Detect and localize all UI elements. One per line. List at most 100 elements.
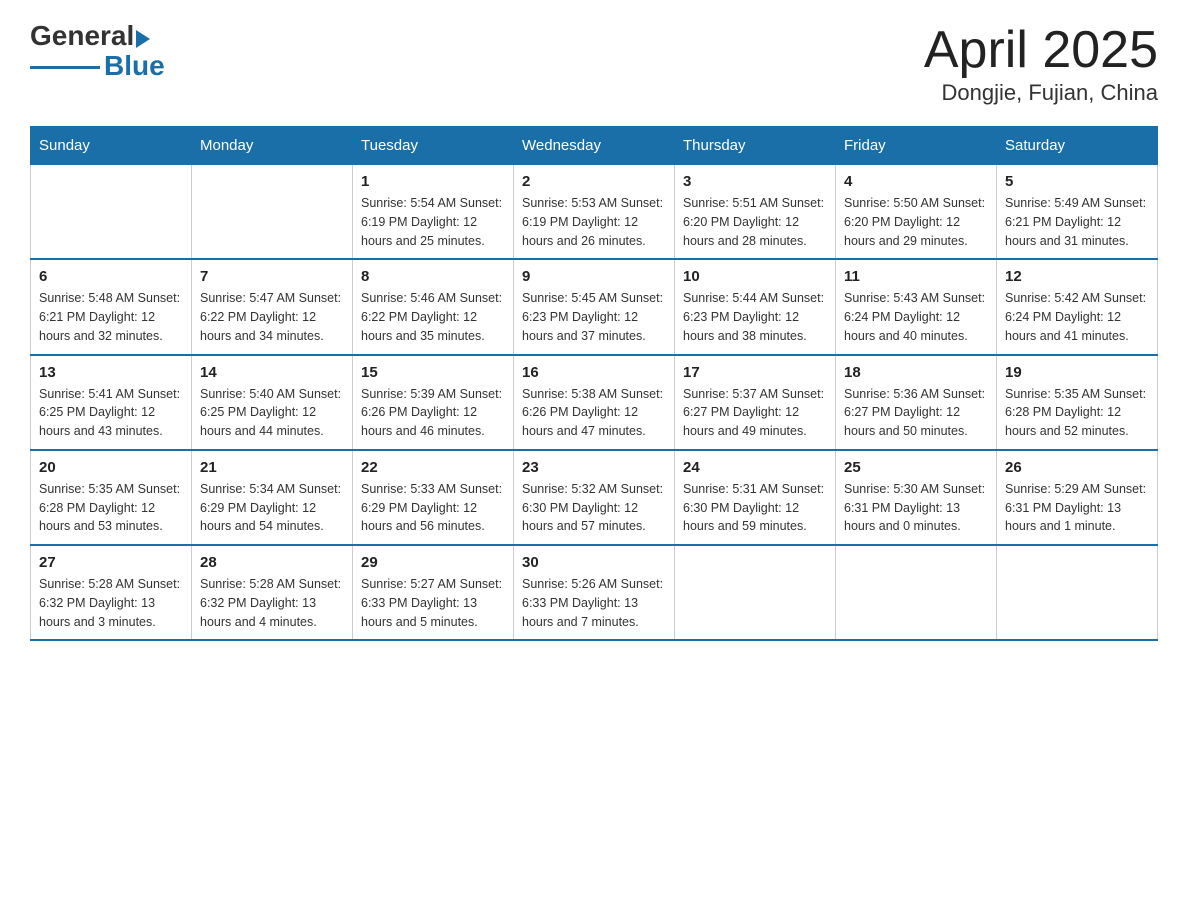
day-info: Sunrise: 5:35 AM Sunset: 6:28 PM Dayligh…	[39, 480, 183, 536]
day-info: Sunrise: 5:34 AM Sunset: 6:29 PM Dayligh…	[200, 480, 344, 536]
calendar-cell: 29 Sunrise: 5:27 AM Sunset: 6:33 PM Dayli…	[353, 545, 514, 640]
logo-arrow-icon	[136, 30, 150, 48]
day-info: Sunrise: 5:39 AM Sunset: 6:26 PM Dayligh…	[361, 385, 505, 441]
calendar-cell	[675, 545, 836, 640]
day-number: 27	[39, 554, 183, 571]
day-number: 20	[39, 459, 183, 476]
day-number: 24	[683, 459, 827, 476]
day-info: Sunrise: 5:31 AM Sunset: 6:30 PM Dayligh…	[683, 480, 827, 536]
calendar-cell: 19 Sunrise: 5:35 AM Sunset: 6:28 PM Dayli…	[997, 355, 1158, 450]
calendar-subtitle: Dongjie, Fujian, China	[924, 80, 1158, 106]
day-info: Sunrise: 5:27 AM Sunset: 6:33 PM Dayligh…	[361, 575, 505, 631]
calendar-cell: 30 Sunrise: 5:26 AM Sunset: 6:33 PM Dayli…	[514, 545, 675, 640]
day-number: 12	[1005, 268, 1149, 285]
calendar-cell: 15 Sunrise: 5:39 AM Sunset: 6:26 PM Dayli…	[353, 355, 514, 450]
calendar-cell: 2Sunrise: 5:53 AM Sunset: 6:19 PM Daylig…	[514, 165, 675, 260]
day-number: 22	[361, 459, 505, 476]
calendar-cell: 21 Sunrise: 5:34 AM Sunset: 6:29 PM Dayli…	[192, 450, 353, 545]
calendar-cell	[836, 545, 997, 640]
calendar-cell	[192, 165, 353, 260]
calendar-cell: 12 Sunrise: 5:42 AM Sunset: 6:24 PM Dayli…	[997, 259, 1158, 354]
day-number: 28	[200, 554, 344, 571]
col-saturday: Saturday	[997, 127, 1158, 165]
calendar-cell: 14Sunrise: 5:40 AM Sunset: 6:25 PM Dayli…	[192, 355, 353, 450]
col-sunday: Sunday	[31, 127, 192, 165]
day-info: Sunrise: 5:49 AM Sunset: 6:21 PM Dayligh…	[1005, 194, 1149, 250]
calendar-cell: 23Sunrise: 5:32 AM Sunset: 6:30 PM Dayli…	[514, 450, 675, 545]
day-number: 30	[522, 554, 666, 571]
day-number: 21	[200, 459, 344, 476]
calendar-cell: 17 Sunrise: 5:37 AM Sunset: 6:27 PM Dayli…	[675, 355, 836, 450]
calendar-week-3: 13 Sunrise: 5:41 AM Sunset: 6:25 PM Dayli…	[31, 355, 1158, 450]
col-tuesday: Tuesday	[353, 127, 514, 165]
calendar-cell: 27Sunrise: 5:28 AM Sunset: 6:32 PM Dayli…	[31, 545, 192, 640]
day-number: 26	[1005, 459, 1149, 476]
calendar-week-2: 6Sunrise: 5:48 AM Sunset: 6:21 PM Daylig…	[31, 259, 1158, 354]
calendar-week-1: 1Sunrise: 5:54 AM Sunset: 6:19 PM Daylig…	[31, 165, 1158, 260]
day-info: Sunrise: 5:51 AM Sunset: 6:20 PM Dayligh…	[683, 194, 827, 250]
day-info: Sunrise: 5:53 AM Sunset: 6:19 PM Dayligh…	[522, 194, 666, 250]
day-info: Sunrise: 5:35 AM Sunset: 6:28 PM Dayligh…	[1005, 385, 1149, 441]
day-info: Sunrise: 5:47 AM Sunset: 6:22 PM Dayligh…	[200, 289, 344, 345]
day-info: Sunrise: 5:42 AM Sunset: 6:24 PM Dayligh…	[1005, 289, 1149, 345]
calendar-title: April 2025	[924, 20, 1158, 80]
logo-general-text: General	[30, 20, 134, 52]
calendar-cell: 22Sunrise: 5:33 AM Sunset: 6:29 PM Dayli…	[353, 450, 514, 545]
calendar-cell: 26Sunrise: 5:29 AM Sunset: 6:31 PM Dayli…	[997, 450, 1158, 545]
day-info: Sunrise: 5:30 AM Sunset: 6:31 PM Dayligh…	[844, 480, 988, 536]
day-info: Sunrise: 5:40 AM Sunset: 6:25 PM Dayligh…	[200, 385, 344, 441]
day-info: Sunrise: 5:48 AM Sunset: 6:21 PM Dayligh…	[39, 289, 183, 345]
calendar-cell: 18Sunrise: 5:36 AM Sunset: 6:27 PM Dayli…	[836, 355, 997, 450]
day-info: Sunrise: 5:32 AM Sunset: 6:30 PM Dayligh…	[522, 480, 666, 536]
col-friday: Friday	[836, 127, 997, 165]
day-number: 1	[361, 173, 505, 190]
calendar-cell: 16 Sunrise: 5:38 AM Sunset: 6:26 PM Dayli…	[514, 355, 675, 450]
day-number: 4	[844, 173, 988, 190]
day-number: 9	[522, 268, 666, 285]
day-info: Sunrise: 5:38 AM Sunset: 6:26 PM Dayligh…	[522, 385, 666, 441]
day-info: Sunrise: 5:50 AM Sunset: 6:20 PM Dayligh…	[844, 194, 988, 250]
day-number: 8	[361, 268, 505, 285]
page-header: General Blue April 2025 Dongjie, Fujian,…	[30, 20, 1158, 106]
day-number: 13	[39, 364, 183, 381]
day-info: Sunrise: 5:37 AM Sunset: 6:27 PM Dayligh…	[683, 385, 827, 441]
day-info: Sunrise: 5:43 AM Sunset: 6:24 PM Dayligh…	[844, 289, 988, 345]
calendar-cell: 6Sunrise: 5:48 AM Sunset: 6:21 PM Daylig…	[31, 259, 192, 354]
calendar-cell	[997, 545, 1158, 640]
day-info: Sunrise: 5:36 AM Sunset: 6:27 PM Dayligh…	[844, 385, 988, 441]
calendar-cell: 5 Sunrise: 5:49 AM Sunset: 6:21 PM Daylig…	[997, 165, 1158, 260]
calendar-cell: 20 Sunrise: 5:35 AM Sunset: 6:28 PM Dayli…	[31, 450, 192, 545]
day-number: 15	[361, 364, 505, 381]
day-number: 5	[1005, 173, 1149, 190]
calendar-week-5: 27Sunrise: 5:28 AM Sunset: 6:32 PM Dayli…	[31, 545, 1158, 640]
calendar-cell: 13 Sunrise: 5:41 AM Sunset: 6:25 PM Dayli…	[31, 355, 192, 450]
day-info: Sunrise: 5:46 AM Sunset: 6:22 PM Dayligh…	[361, 289, 505, 345]
day-info: Sunrise: 5:26 AM Sunset: 6:33 PM Dayligh…	[522, 575, 666, 631]
day-number: 19	[1005, 364, 1149, 381]
calendar-cell: 25 Sunrise: 5:30 AM Sunset: 6:31 PM Dayli…	[836, 450, 997, 545]
calendar-cell: 3Sunrise: 5:51 AM Sunset: 6:20 PM Daylig…	[675, 165, 836, 260]
day-number: 17	[683, 364, 827, 381]
day-number: 10	[683, 268, 827, 285]
day-number: 25	[844, 459, 988, 476]
day-number: 7	[200, 268, 344, 285]
calendar-cell: 8 Sunrise: 5:46 AM Sunset: 6:22 PM Daylig…	[353, 259, 514, 354]
logo-blue-text: Blue	[104, 50, 165, 82]
calendar-body: 1Sunrise: 5:54 AM Sunset: 6:19 PM Daylig…	[31, 165, 1158, 641]
col-thursday: Thursday	[675, 127, 836, 165]
day-info: Sunrise: 5:41 AM Sunset: 6:25 PM Dayligh…	[39, 385, 183, 441]
calendar-cell: 10Sunrise: 5:44 AM Sunset: 6:23 PM Dayli…	[675, 259, 836, 354]
calendar-table: Sunday Monday Tuesday Wednesday Thursday…	[30, 126, 1158, 641]
calendar-cell: 28Sunrise: 5:28 AM Sunset: 6:32 PM Dayli…	[192, 545, 353, 640]
day-number: 29	[361, 554, 505, 571]
calendar-cell: 9 Sunrise: 5:45 AM Sunset: 6:23 PM Daylig…	[514, 259, 675, 354]
calendar-cell: 11 Sunrise: 5:43 AM Sunset: 6:24 PM Dayli…	[836, 259, 997, 354]
day-info: Sunrise: 5:45 AM Sunset: 6:23 PM Dayligh…	[522, 289, 666, 345]
logo-underline	[30, 66, 100, 69]
calendar-cell: 7 Sunrise: 5:47 AM Sunset: 6:22 PM Daylig…	[192, 259, 353, 354]
day-number: 11	[844, 268, 988, 285]
calendar-week-4: 20 Sunrise: 5:35 AM Sunset: 6:28 PM Dayli…	[31, 450, 1158, 545]
calendar-cell: 4 Sunrise: 5:50 AM Sunset: 6:20 PM Daylig…	[836, 165, 997, 260]
calendar-cell: 1Sunrise: 5:54 AM Sunset: 6:19 PM Daylig…	[353, 165, 514, 260]
day-number: 16	[522, 364, 666, 381]
